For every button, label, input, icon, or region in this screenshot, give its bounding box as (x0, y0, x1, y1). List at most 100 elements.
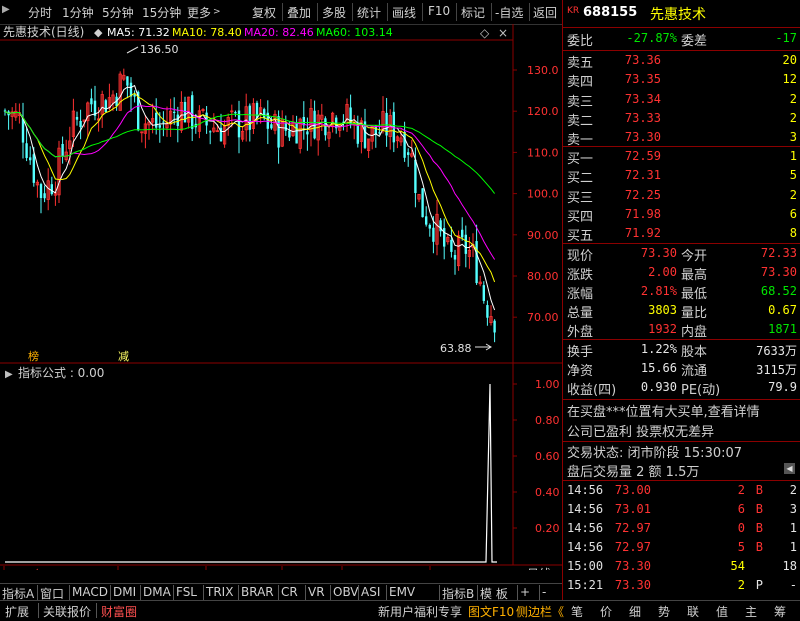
tick-time: 15:21 (567, 578, 604, 592)
tick-side: B (755, 502, 763, 516)
adjust-button[interactable]: 复权 (252, 4, 276, 21)
trade-tick-row: 14:56 73.00 2 B 2 (563, 482, 800, 501)
tick-time: 15:00 (567, 559, 604, 573)
indicator-tab[interactable]: EMV (389, 585, 415, 599)
indicator-line (5, 383, 497, 563)
book-volume: 20 (782, 53, 797, 67)
book-price: 73.34 (624, 91, 661, 106)
tab-1min[interactable]: 1分钟 (62, 4, 94, 21)
stat-value: 73.30 (640, 246, 677, 260)
menu-arrow-icon[interactable]: ▶ (2, 4, 10, 15)
event-mark-reduce[interactable]: 减 (118, 350, 129, 363)
indicator-tab[interactable]: - (542, 585, 546, 599)
indicator-tab[interactable]: FSL (176, 585, 197, 599)
tick-volume: 2 (737, 483, 745, 497)
company-profile-news[interactable]: 公司已盈利 投票权无差异 (567, 421, 714, 440)
indicator-tab[interactable]: + (520, 585, 530, 599)
mark-button[interactable]: 标记 (461, 4, 485, 21)
tick-price: 73.01 (614, 502, 651, 516)
after-hours-volume: 盘后交易量 2 额 1.5万 (567, 465, 700, 480)
tick-time: 14:56 (567, 521, 604, 535)
tick-volume: 2 (737, 578, 745, 592)
ma10-label: MA10: 78.40 (172, 26, 242, 39)
close-icon[interactable]: × (498, 26, 508, 40)
tick-side: B (755, 483, 763, 497)
stat-label: 换手 (567, 345, 594, 360)
chevron-right-icon[interactable]: > (213, 7, 221, 17)
book-volume: 8 (789, 226, 797, 241)
indicator-arrow-icon[interactable]: ▶ (5, 369, 13, 380)
bid-alert-news[interactable]: 在买盘***位置有大买单,查看详情 (567, 401, 760, 420)
tab-intraday[interactable]: 分时 (28, 4, 52, 21)
period-button[interactable]: 日线 (527, 567, 551, 570)
book-level-label: 买二 (567, 171, 594, 187)
quote-stat-row: 涨跌 2.00 最高 73.30 (563, 264, 800, 283)
stat-value: 3115万 (756, 363, 797, 377)
panel-tab[interactable]: 联 (687, 603, 699, 620)
indicator-tab[interactable]: VR (308, 585, 325, 599)
tab-related-quotes[interactable]: 关联报价 (43, 603, 91, 620)
trade-tick-row: 15:00 73.30 54 18 (563, 558, 800, 577)
chart-toolbar: ▶ 分时 1分钟 5分钟 15分钟 更多 > 复权 叠加 多股 统计 画线 F1… (0, 0, 562, 25)
tick-price: 73.30 (614, 559, 651, 573)
panel-tab[interactable]: 价 (600, 603, 612, 620)
ma-legend-arrow-icon[interactable]: ◆ (94, 26, 103, 39)
kline-chart[interactable]: 130.0 120.0 110.0 100.0 90.00 80.00 70.00 1.00… (0, 24, 562, 570)
tick-time: 14:56 (567, 540, 604, 554)
sidebar-toggle[interactable]: 侧边栏《 (516, 603, 564, 620)
stat-value: 2.00 (648, 265, 677, 279)
new-user-promo-link[interactable]: 新用户福利专享 (378, 603, 462, 620)
stat-label: 涨幅 (567, 287, 594, 302)
panel-tab[interactable]: 笔 (571, 603, 583, 620)
indicator-tab[interactable]: CR (281, 585, 298, 599)
settings-diamond-icon[interactable]: ◇ (480, 26, 490, 40)
price-tick-label: 70.00 (527, 311, 559, 324)
order-book-row: 卖三 73.34 2 (563, 91, 800, 110)
tab-expand[interactable]: 扩展 (5, 603, 29, 620)
tab-f10-graphic[interactable]: 图文F10 (468, 603, 514, 620)
overlay-button[interactable]: 叠加 (287, 4, 311, 21)
stat-value: 7633万 (756, 344, 797, 358)
panel-tab[interactable]: 值 (716, 603, 728, 620)
indicator-tab[interactable]: BRAR (241, 585, 274, 599)
tab-15min[interactable]: 15分钟 (142, 4, 181, 21)
tick-count: 3 (789, 502, 797, 516)
book-price: 72.31 (624, 168, 661, 183)
book-volume: 3 (789, 130, 797, 145)
back-button[interactable]: 返回 (533, 4, 557, 21)
indicator-tab[interactable]: DMI (113, 585, 136, 599)
indicator-tab[interactable]: ASI (361, 585, 380, 599)
tick-count: 1 (789, 521, 797, 535)
stat-value: 1.22% (640, 342, 677, 356)
indicator-tab[interactable]: DMA (143, 585, 171, 599)
book-level-label: 卖二 (567, 113, 594, 129)
remove-watchlist-button[interactable]: -自选 (495, 4, 523, 21)
tab-more[interactable]: 更多 (187, 4, 211, 21)
tab-5min[interactable]: 5分钟 (102, 4, 134, 21)
tab-wealth-circle[interactable]: 财富圈 (101, 603, 137, 620)
panel-tab[interactable]: 主 (745, 603, 757, 620)
tick-price: 72.97 (614, 521, 651, 535)
indicator-tab[interactable]: OBV (333, 585, 359, 599)
stats-button[interactable]: 统计 (357, 4, 381, 21)
ma20-label: MA20: 82.46 (244, 26, 314, 39)
stat-label: 内盘 (681, 325, 708, 340)
candlesticks (3, 68, 496, 343)
panel-tab[interactable]: 势 (658, 603, 670, 620)
panel-tab[interactable]: 筹 (774, 603, 786, 620)
book-level-label: 买三 (567, 190, 594, 206)
draw-line-button[interactable]: 画线 (392, 4, 416, 21)
indicator-tab[interactable]: TRIX (206, 585, 233, 599)
indicator-tick-label: 0.20 (535, 522, 560, 535)
expand-icon[interactable]: ◀ (784, 463, 795, 474)
stat-label: 流通 (681, 364, 708, 379)
stat-value: 2.81% (640, 284, 677, 298)
panel-tab[interactable]: 细 (629, 603, 641, 620)
order-book-row: 买三 72.25 2 (563, 187, 800, 206)
quote-fundamental-row: 净资 15.66 流通 3115万 (563, 360, 800, 379)
event-mark-rank[interactable]: 榜 (28, 349, 39, 363)
indicator-tab[interactable]: MACD (72, 585, 108, 599)
multi-stock-button[interactable]: 多股 (322, 4, 346, 21)
date-tick-label: 2021年 (6, 567, 45, 570)
f10-button[interactable]: F10 (428, 4, 450, 18)
